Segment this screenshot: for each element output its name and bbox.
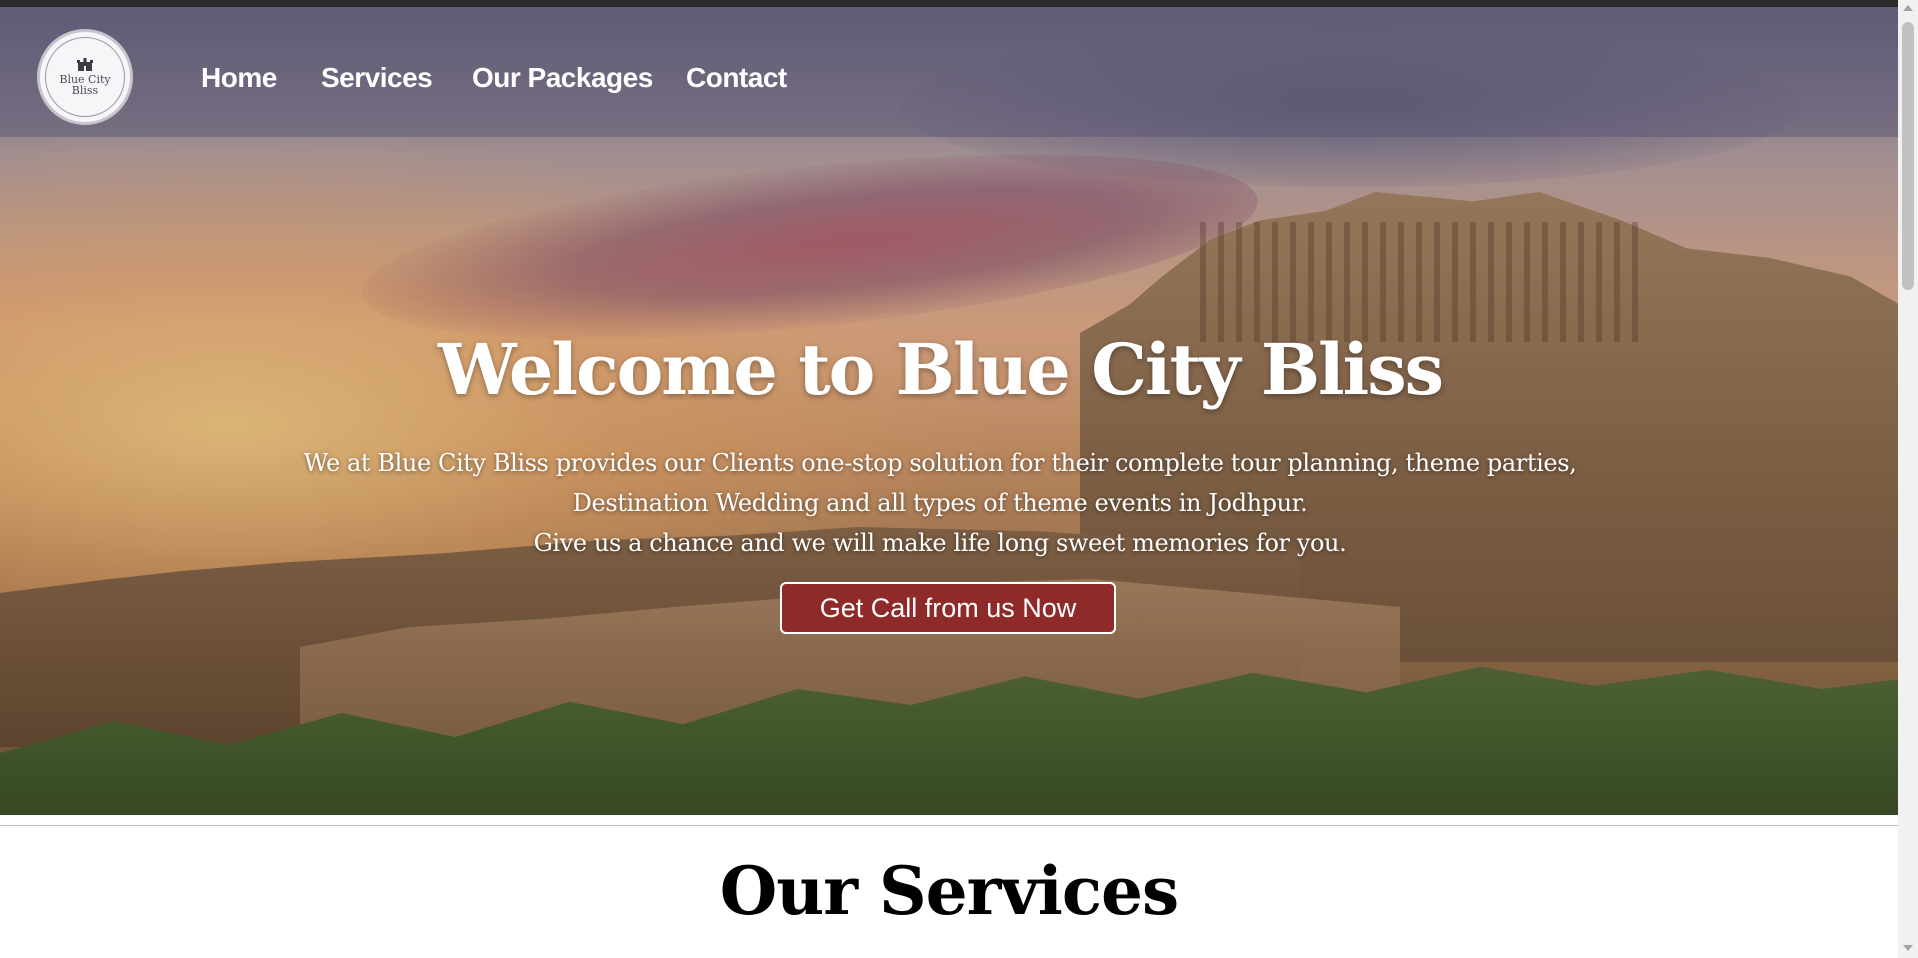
- hero-title: Welcome to Blue City Bliss: [437, 328, 1444, 411]
- services-heading: Our Services: [719, 852, 1179, 930]
- browser-top-strip: [0, 0, 1898, 7]
- section-divider: [0, 825, 1898, 826]
- nav-packages-link[interactable]: Our Packages: [472, 62, 653, 94]
- logo[interactable]: Blue City Bliss: [37, 29, 133, 125]
- scrollbar-thumb[interactable]: [1902, 22, 1914, 290]
- scroll-down-icon[interactable]: [1903, 945, 1913, 951]
- hero-description-line2: Give us a chance and we will make life l…: [533, 529, 1347, 557]
- nav-services-link[interactable]: Services: [321, 62, 433, 94]
- nav-contact-link[interactable]: Contact: [686, 62, 787, 94]
- hero-description-line1: We at Blue City Bliss provides our Clien…: [303, 449, 1577, 517]
- logo-text: Blue City Bliss: [59, 73, 111, 97]
- fort-icon: [77, 58, 93, 71]
- logo-badge: Blue City Bliss: [45, 37, 125, 117]
- scroll-up-icon[interactable]: [1903, 5, 1913, 11]
- hero-section: Blue City Bliss Home Services Our Packag…: [0, 7, 1898, 815]
- get-call-button[interactable]: Get Call from us Now: [780, 582, 1116, 634]
- navbar: Blue City Bliss Home Services Our Packag…: [0, 7, 1898, 137]
- hero-description: We at Blue City Bliss provides our Clien…: [270, 443, 1610, 563]
- nav-home-link[interactable]: Home: [201, 62, 277, 94]
